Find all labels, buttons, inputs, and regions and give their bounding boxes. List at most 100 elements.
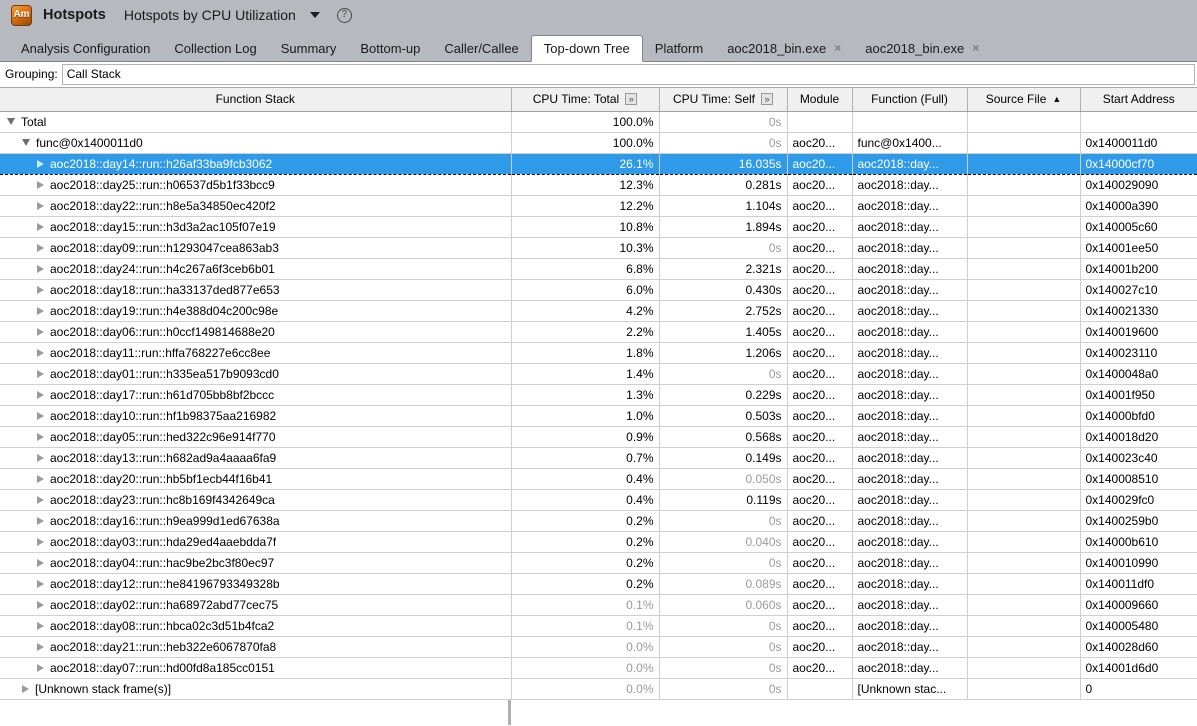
triangle-right-icon[interactable] — [37, 369, 44, 378]
table-row[interactable]: aoc2018::day17::run::h61d705bb8bf2bccc 1.… — [0, 384, 1197, 406]
triangle-right-icon[interactable] — [37, 390, 44, 399]
table-row[interactable]: func@0x1400011d0 100.0% 0s aoc20... func@0x1… — [0, 132, 1197, 154]
triangle-right-icon[interactable] — [37, 621, 44, 630]
table-row[interactable]: aoc2018::day13::run::h682ad9a4aaaa6fa9 0.… — [0, 447, 1197, 469]
tab-collection-log[interactable]: Collection Log — [162, 35, 268, 61]
cell-function-stack[interactable]: aoc2018::day15::run::h3d3a2ac105f07e19 — [0, 216, 512, 238]
triangle-down-icon[interactable] — [7, 118, 15, 125]
grouping-select[interactable]: Call Stack — [61, 63, 1195, 85]
table-row[interactable]: aoc2018::day18::run::ha33137ded877e653 6.… — [0, 279, 1197, 301]
expand-column-icon[interactable]: » — [625, 93, 638, 106]
cell-function-stack[interactable]: aoc2018::day11::run::hffa768227e6cc8ee — [0, 342, 512, 364]
cell-function-stack[interactable]: func@0x1400011d0 — [0, 132, 512, 154]
triangle-right-icon[interactable] — [37, 495, 44, 504]
table-row[interactable]: aoc2018::day09::run::h1293047cea863ab3 10… — [0, 237, 1197, 259]
cell-function-stack[interactable]: aoc2018::day10::run::hf1b98375aa216982 — [0, 405, 512, 427]
cell-function-stack[interactable]: aoc2018::day02::run::ha68972abd77cec75 — [0, 594, 512, 616]
cell-function-stack[interactable]: aoc2018::day12::run::he84196793349328b — [0, 573, 512, 595]
cell-function-stack[interactable]: aoc2018::day08::run::hbca02c3d51b4fca2 — [0, 615, 512, 637]
expand-column-icon[interactable]: » — [761, 93, 774, 106]
column-header-function-full[interactable]: Function (Full) — [852, 88, 968, 112]
column-header-cpu-time-total[interactable]: CPU Time: Total » — [511, 88, 660, 112]
cell-function-stack[interactable]: aoc2018::day19::run::h4e388d04c200c98e — [0, 300, 512, 322]
cell-function-stack[interactable]: aoc2018::day14::run::h26af33ba9fcb3062 — [0, 152, 512, 175]
table-row[interactable]: aoc2018::day01::run::h335ea517b9093cd0 1.… — [0, 363, 1197, 385]
table-row[interactable]: aoc2018::day12::run::he84196793349328b 0.… — [0, 573, 1197, 595]
triangle-right-icon[interactable] — [37, 348, 44, 357]
table-row[interactable]: aoc2018::day21::run::heb322e6067870fa8 0.… — [0, 636, 1197, 658]
triangle-right-icon[interactable] — [37, 537, 44, 546]
triangle-right-icon[interactable] — [37, 600, 44, 609]
table-row[interactable]: aoc2018::day14::run::h26af33ba9fcb3062 26… — [0, 152, 1197, 175]
cell-function-stack[interactable]: aoc2018::day20::run::hb5bf1ecb44f16b41 — [0, 468, 512, 490]
table-row[interactable]: aoc2018::day22::run::h8e5a34850ec420f2 12… — [0, 195, 1197, 217]
cell-function-stack[interactable]: aoc2018::day21::run::heb322e6067870fa8 — [0, 636, 512, 658]
table-row[interactable]: [Unknown stack frame(s)] 0.0% 0s [Unknown s… — [0, 678, 1197, 700]
cell-function-stack[interactable]: aoc2018::day09::run::h1293047cea863ab3 — [0, 237, 512, 259]
cell-function-stack[interactable]: aoc2018::day05::run::hed322c96e914f770 — [0, 426, 512, 448]
triangle-right-icon[interactable] — [37, 201, 44, 210]
triangle-right-icon[interactable] — [37, 306, 44, 315]
triangle-right-icon[interactable] — [22, 684, 29, 693]
triangle-right-icon[interactable] — [37, 411, 44, 420]
triangle-right-icon[interactable] — [37, 474, 44, 483]
tab-analysis-configuration[interactable]: Analysis Configuration — [9, 35, 162, 61]
triangle-right-icon[interactable] — [37, 327, 44, 336]
cell-function-stack[interactable]: aoc2018::day13::run::h682ad9a4aaaa6fa9 — [0, 447, 512, 469]
table-row[interactable]: aoc2018::day06::run::h0ccf149814688e20 2.… — [0, 321, 1197, 343]
table-row[interactable]: aoc2018::day15::run::h3d3a2ac105f07e19 10… — [0, 216, 1197, 238]
tab-platform[interactable]: Platform — [643, 35, 715, 61]
table-row[interactable]: aoc2018::day04::run::hac9be2bc3f80ec97 0.… — [0, 552, 1197, 574]
table-row[interactable]: aoc2018::day23::run::hc8b169f4342649ca 0.… — [0, 489, 1197, 511]
cell-function-stack[interactable]: aoc2018::day07::run::hd00fd8a185cc0151 — [0, 657, 512, 679]
table-row[interactable]: aoc2018::day07::run::hd00fd8a185cc0151 0.… — [0, 657, 1197, 679]
cell-function-stack[interactable]: aoc2018::day01::run::h335ea517b9093cd0 — [0, 363, 512, 385]
cell-function-stack[interactable]: aoc2018::day25::run::h06537d5b1f33bcc9 — [0, 174, 512, 196]
cell-function-stack[interactable]: aoc2018::day06::run::h0ccf149814688e20 — [0, 321, 512, 343]
close-icon[interactable]: × — [834, 42, 841, 54]
triangle-right-icon[interactable] — [37, 264, 44, 273]
table-row[interactable]: Total 100.0% 0s — [0, 111, 1197, 133]
tab-source-aoc2018-bin-exe-1[interactable]: aoc2018_bin.exe × — [715, 35, 853, 61]
cell-function-stack[interactable]: aoc2018::day04::run::hac9be2bc3f80ec97 — [0, 552, 512, 574]
table-row[interactable]: aoc2018::day02::run::ha68972abd77cec75 0.… — [0, 594, 1197, 616]
triangle-right-icon[interactable] — [37, 159, 44, 168]
table-row[interactable]: aoc2018::day16::run::h9ea999d1ed67638a 0.… — [0, 510, 1197, 532]
cell-function-stack[interactable]: aoc2018::day23::run::hc8b169f4342649ca — [0, 489, 512, 511]
triangle-right-icon[interactable] — [37, 663, 44, 672]
tab-top-down-tree[interactable]: Top-down Tree — [530, 35, 643, 62]
cell-function-stack[interactable]: aoc2018::day16::run::h9ea999d1ed67638a — [0, 510, 512, 532]
table-row[interactable]: aoc2018::day24::run::h4c267a6f3ceb6b01 6.… — [0, 258, 1197, 280]
column-header-module[interactable]: Module — [787, 88, 853, 112]
triangle-right-icon[interactable] — [37, 180, 44, 189]
cell-function-stack[interactable]: Total — [0, 111, 512, 133]
cell-function-stack[interactable]: aoc2018::day17::run::h61d705bb8bf2bccc — [0, 384, 512, 406]
column-header-cpu-time-self[interactable]: CPU Time: Self » — [659, 88, 788, 112]
cell-function-stack[interactable]: aoc2018::day24::run::h4c267a6f3ceb6b01 — [0, 258, 512, 280]
column-header-start-address[interactable]: Start Address — [1080, 88, 1197, 112]
cell-function-stack[interactable]: [Unknown stack frame(s)] — [0, 678, 512, 700]
table-row[interactable]: aoc2018::day03::run::hda29ed4aaebdda7f 0.… — [0, 531, 1197, 553]
close-icon[interactable]: × — [972, 42, 979, 54]
table-row[interactable]: aoc2018::day19::run::h4e388d04c200c98e 4.… — [0, 300, 1197, 322]
column-header-source-file[interactable]: Source File ▲ — [967, 88, 1081, 112]
tab-caller-callee[interactable]: Caller/Callee — [432, 35, 530, 61]
triangle-right-icon[interactable] — [37, 453, 44, 462]
question-mark-icon[interactable]: ? — [336, 7, 352, 23]
triangle-right-icon[interactable] — [37, 642, 44, 651]
triangle-right-icon[interactable] — [37, 558, 44, 567]
triangle-right-icon[interactable] — [37, 516, 44, 525]
chevron-down-icon[interactable] — [309, 12, 320, 18]
tab-bottom-up[interactable]: Bottom-up — [348, 35, 432, 61]
cell-function-stack[interactable]: aoc2018::day03::run::hda29ed4aaebdda7f — [0, 531, 512, 553]
triangle-right-icon[interactable] — [37, 579, 44, 588]
triangle-right-icon[interactable] — [37, 222, 44, 231]
table-row[interactable]: aoc2018::day11::run::hffa768227e6cc8ee 1.… — [0, 342, 1197, 364]
tab-summary[interactable]: Summary — [269, 35, 349, 61]
triangle-right-icon[interactable] — [37, 432, 44, 441]
table-row[interactable]: aoc2018::day20::run::hb5bf1ecb44f16b41 0.… — [0, 468, 1197, 490]
table-row[interactable]: aoc2018::day25::run::h06537d5b1f33bcc9 12… — [0, 174, 1197, 196]
triangle-right-icon[interactable] — [37, 243, 44, 252]
triangle-right-icon[interactable] — [37, 285, 44, 294]
column-header-function-stack[interactable]: Function Stack — [0, 88, 512, 112]
